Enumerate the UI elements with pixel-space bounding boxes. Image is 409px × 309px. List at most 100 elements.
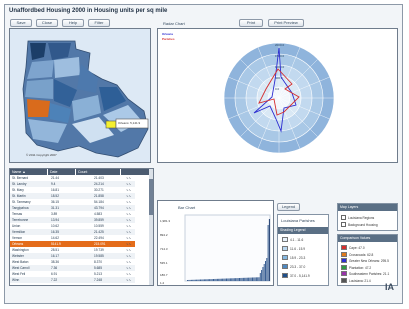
- layer-option-background[interactable]: Background Housing: [341, 222, 378, 227]
- bar: [207, 279, 209, 281]
- map-layers-title: Map Layers: [338, 204, 397, 211]
- bar: [201, 279, 203, 281]
- bar: [245, 277, 247, 281]
- bar: [190, 279, 192, 281]
- ia-logo: IA: [385, 282, 394, 292]
- bar: [232, 278, 234, 281]
- help-button[interactable]: Help: [62, 19, 84, 27]
- bar: [236, 278, 238, 281]
- bar: [237, 278, 239, 281]
- legend-item: 23.3 - 37.0: [282, 264, 305, 269]
- bar: [242, 277, 244, 281]
- bar: [210, 279, 212, 281]
- radar-panel[interactable]: Orleans Parishes 2000.0 1500.0 1000.0 500.0…: [157, 28, 398, 163]
- comparison-swatch: [341, 258, 347, 263]
- bar: [244, 277, 246, 281]
- checkbox-icon[interactable]: [341, 222, 346, 227]
- bar: [241, 277, 243, 281]
- bar: [209, 279, 211, 281]
- radar-chart[interactable]: 2000.01500.01000.0500.00.0: [158, 29, 398, 163]
- bar: [239, 278, 240, 281]
- table-scrollbar[interactable]: [149, 169, 153, 285]
- bar: [235, 278, 237, 281]
- comparison-swatch: [341, 245, 347, 250]
- comparison-item: Plantation: 47.2: [341, 264, 371, 270]
- bar: [222, 278, 224, 281]
- bar: [229, 278, 231, 281]
- bar: [254, 277, 256, 281]
- bar: [202, 279, 204, 281]
- bar: [266, 258, 268, 281]
- bar: [255, 277, 257, 281]
- bar: [250, 277, 252, 281]
- comparison-item: Cape: 47.0: [341, 245, 365, 250]
- bar-y-tick-2: 714.3: [160, 247, 168, 251]
- bar: [215, 278, 217, 281]
- comparison-item: Crossroads: 62.8: [341, 251, 373, 257]
- filter-button[interactable]: Filter: [88, 19, 110, 27]
- bar-y-tick-1: 894.2: [160, 233, 168, 237]
- comparison-values-panel: Comparison Values Cape: 47.0 Crossroads: …: [337, 234, 398, 286]
- shading-legend-title: Shading Legend: [278, 227, 328, 234]
- bar: [211, 279, 213, 281]
- print-preview-button[interactable]: Print Preview: [268, 19, 304, 27]
- bar: [249, 277, 251, 281]
- map-callout-text: Orleans: 5,141.9: [118, 121, 141, 125]
- map-layers-panel: Map Layers Louisiana Regions Background …: [337, 203, 398, 231]
- table-row[interactable]: Winn 7.22 7.248 ∿∿: [10, 277, 135, 283]
- bar: [258, 277, 260, 281]
- bar-chart-panel[interactable]: Bar Chart 1,981.3 894.2 714.3 535.1 186.…: [157, 200, 274, 286]
- map-panel[interactable]: Orleans: 5,141.9 © 2011 Copyright 2007: [9, 28, 151, 163]
- bar: [206, 279, 208, 281]
- bar-y-tick-5: 1.2: [160, 281, 165, 285]
- legend-button[interactable]: Legend: [277, 203, 300, 211]
- comparison-item: Southeastern Parishes: 21.1: [341, 271, 389, 276]
- comparison-swatch: [341, 271, 347, 276]
- comparison-swatch: [341, 277, 347, 283]
- bar: [193, 279, 195, 281]
- bar: [200, 279, 201, 281]
- bar: [257, 277, 259, 281]
- save-button[interactable]: Save: [10, 19, 32, 27]
- legend-item: 11.6 - 15.9: [282, 246, 305, 251]
- bar-y-tick-4: 186.7: [160, 273, 168, 277]
- bar: [267, 225, 269, 281]
- bar: [262, 267, 264, 281]
- bar: [218, 278, 220, 281]
- bar: [197, 279, 199, 281]
- bar: [233, 278, 235, 281]
- bar: [219, 278, 221, 281]
- comparison-item: Louisiana: 21.4: [341, 277, 371, 283]
- bar-chart-plot-area: [184, 214, 271, 282]
- bar: [227, 278, 229, 281]
- close-button[interactable]: Close: [36, 19, 58, 27]
- checkbox-icon[interactable]: [341, 215, 346, 220]
- map-footer: © 2011 Copyright 2007: [26, 153, 57, 157]
- layer-option-regions[interactable]: Louisiana Regions: [341, 215, 374, 220]
- bar: [263, 264, 265, 281]
- orleans-highlight[interactable]: [105, 120, 117, 129]
- shading-legend-panel: Louisiana Parishes Shading Legend 4.1 - …: [277, 214, 329, 286]
- bar: [268, 219, 270, 281]
- legend-item: 37.0 - 5,141.9: [282, 273, 310, 278]
- comparison-title: Comparison Values: [338, 235, 397, 242]
- legend-swatch: [282, 264, 288, 269]
- legend-swatch: [282, 273, 288, 278]
- bar: [265, 261, 266, 281]
- bar-y-tick-0: 1,981.3: [160, 219, 171, 223]
- print-button[interactable]: Print: [239, 19, 263, 27]
- scroll-thumb[interactable]: [149, 179, 153, 215]
- bar: [224, 278, 226, 281]
- bar-chart-title: Bar Chart: [178, 205, 196, 210]
- cell-name: Winn: [12, 278, 20, 282]
- bar-chart[interactable]: [158, 201, 274, 286]
- radar-legend-orleans: Orleans: [162, 32, 174, 36]
- sparkline-icon: ∿∿: [126, 278, 132, 282]
- louisiana-map[interactable]: [10, 29, 151, 163]
- bar: [228, 278, 230, 281]
- bar: [223, 278, 225, 281]
- bar: [246, 277, 248, 281]
- bar: [216, 278, 218, 281]
- bar: [205, 279, 207, 281]
- data-table[interactable]: Name ▲ Date Count St. Bernard 21.44 21.403…: [9, 168, 154, 286]
